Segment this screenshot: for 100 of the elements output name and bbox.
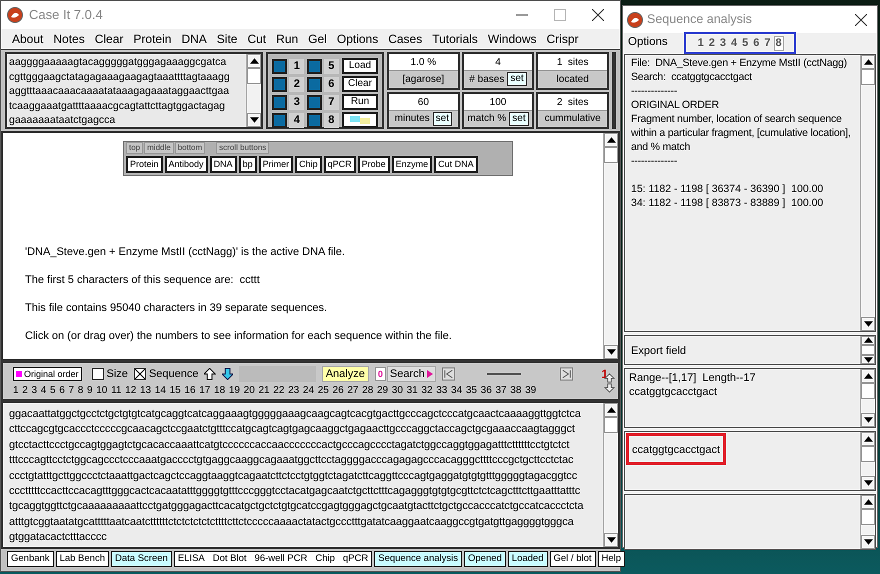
- scrollbar[interactable]: [860, 336, 875, 364]
- search-button[interactable]: Search: [386, 366, 436, 382]
- menu-item[interactable]: Gel: [303, 30, 332, 48]
- sequence-number[interactable]: 34: [451, 383, 462, 398]
- scroll-down-icon[interactable]: [250, 117, 258, 123]
- close-icon[interactable]: [855, 14, 867, 26]
- scroll-down-icon[interactable]: [864, 539, 872, 545]
- lane-checkbox[interactable]: [306, 95, 322, 110]
- sequence-number[interactable]: 29: [376, 383, 388, 398]
- last-page-icon[interactable]: [560, 367, 574, 381]
- sequence-number[interactable]: 25: [318, 383, 329, 398]
- close-icon[interactable]: [592, 9, 604, 21]
- sequence-number[interactable]: 21: [258, 383, 270, 398]
- down-arrow-icon[interactable]: [222, 368, 233, 380]
- sequence-number[interactable]: 32: [421, 383, 433, 398]
- sequence-number[interactable]: 31: [406, 383, 418, 398]
- sequence-number[interactable]: 35: [466, 383, 477, 398]
- scroll-down-icon[interactable]: [864, 417, 872, 423]
- menu-item[interactable]: About: [7, 30, 48, 48]
- lane-checkbox[interactable]: [306, 77, 322, 92]
- sequence-number[interactable]: 4: [40, 383, 46, 398]
- scroll-thumb[interactable]: [604, 417, 618, 433]
- sequence-number[interactable]: 23: [288, 383, 300, 398]
- sequence-number[interactable]: 5: [50, 383, 56, 398]
- color-button[interactable]: [342, 112, 378, 128]
- lane-checkbox[interactable]: [306, 113, 322, 128]
- order-button[interactable]: Original order: [13, 367, 82, 381]
- sequence-number[interactable]: 8: [78, 383, 84, 398]
- scroll-down-icon[interactable]: [606, 537, 616, 543]
- toolbar-tab[interactable]: scroll buttons: [216, 142, 270, 154]
- nav-button[interactable]: Genbank: [7, 551, 54, 567]
- scroll-up-icon[interactable]: [606, 137, 616, 143]
- nav-button[interactable]: Lab Bench: [56, 551, 109, 567]
- toolbar-tab[interactable]: top: [126, 142, 144, 154]
- nav-link[interactable]: Chip: [315, 552, 335, 566]
- scroll-up-icon[interactable]: [250, 58, 258, 64]
- set-button[interactable]: set: [509, 112, 529, 126]
- scrollbar[interactable]: [603, 403, 618, 547]
- first-page-icon[interactable]: [442, 367, 455, 381]
- sequence-number[interactable]: 15: [170, 383, 181, 398]
- lane-button[interactable]: Run: [342, 94, 378, 110]
- sequence-number[interactable]: 7: [68, 383, 74, 398]
- scroll-thumb[interactable]: [604, 147, 618, 163]
- set-button[interactable]: set: [432, 112, 452, 126]
- menu-item[interactable]: Tutorials: [427, 30, 483, 48]
- sequence-number[interactable]: 11: [111, 383, 122, 398]
- menu-item[interactable]: Clear: [90, 30, 128, 48]
- scroll-down-icon[interactable]: [606, 349, 616, 355]
- analyze-button[interactable]: Analyze: [322, 366, 369, 382]
- menu-item[interactable]: DNA: [176, 30, 212, 48]
- scroll-thumb[interactable]: [861, 383, 875, 399]
- menu-item[interactable]: Run: [271, 30, 304, 48]
- lane-checkbox[interactable]: [272, 95, 287, 110]
- sequence-number[interactable]: 22: [273, 383, 284, 398]
- lane-checkbox[interactable]: [272, 113, 287, 128]
- sequence-number[interactable]: 19: [228, 383, 240, 398]
- toolbar-button[interactable]: bp: [238, 156, 257, 173]
- toolbar-button[interactable]: Antibody: [164, 156, 208, 173]
- menu-item[interactable]: Cut: [242, 30, 272, 48]
- menu-item[interactable]: Crispr: [542, 30, 584, 48]
- sequence-number[interactable]: 26: [332, 383, 344, 398]
- nav-button[interactable]: Sequence analysis: [374, 551, 462, 567]
- scrollbar[interactable]: [603, 133, 618, 359]
- sequence-number[interactable]: 33: [436, 383, 448, 398]
- nav-link[interactable]: Dot Blot: [212, 552, 247, 566]
- scroll-up-icon[interactable]: [864, 436, 872, 442]
- number-tab[interactable]: 2: [706, 36, 717, 50]
- toolbar-button[interactable]: Primer: [258, 156, 294, 173]
- toolbar-button[interactable]: Probe: [358, 156, 390, 173]
- menu-item[interactable]: Options: [628, 34, 668, 52]
- sequence-number[interactable]: 20: [244, 383, 255, 398]
- up-arrow-icon[interactable]: [204, 368, 216, 380]
- sequence-number[interactable]: 28: [362, 383, 374, 398]
- toolbar-button[interactable]: Chip: [295, 156, 322, 173]
- scroll-thumb[interactable]: [861, 509, 875, 525]
- scroll-down-icon[interactable]: [864, 480, 872, 486]
- sequence-number[interactable]: 38: [510, 383, 522, 398]
- sequence-number[interactable]: 24: [302, 383, 314, 398]
- scrollbar[interactable]: [246, 54, 261, 127]
- sequence-number[interactable]: 1: [13, 383, 19, 398]
- number-tab[interactable]: 1: [696, 36, 706, 50]
- toolbar-button[interactable]: DNA: [210, 156, 237, 173]
- sequence-number[interactable]: 30: [392, 383, 403, 398]
- nav-button[interactable]: Gel / blot: [550, 551, 596, 567]
- nav-button[interactable]: Help: [598, 551, 626, 567]
- sequence-number[interactable]: 27: [347, 383, 358, 398]
- nav-link[interactable]: qPCR: [342, 552, 368, 566]
- sequence-number[interactable]: 18: [214, 383, 226, 398]
- nav-link[interactable]: 96-well PCR: [254, 552, 308, 566]
- sequence-number[interactable]: 12: [125, 383, 136, 398]
- scroll-up-icon[interactable]: [864, 373, 872, 379]
- nav-button[interactable]: Opened: [464, 551, 506, 567]
- number-tab[interactable]: 8: [774, 36, 784, 50]
- menu-item[interactable]: Site: [212, 30, 242, 48]
- number-tab[interactable]: 4: [729, 36, 740, 50]
- set-button[interactable]: set: [507, 72, 527, 86]
- scroll-up-icon[interactable]: [864, 59, 872, 65]
- toolbar-button[interactable]: qPCR: [324, 156, 356, 173]
- sequence-number[interactable]: 9: [87, 383, 93, 398]
- lane-checkbox[interactable]: [272, 59, 287, 74]
